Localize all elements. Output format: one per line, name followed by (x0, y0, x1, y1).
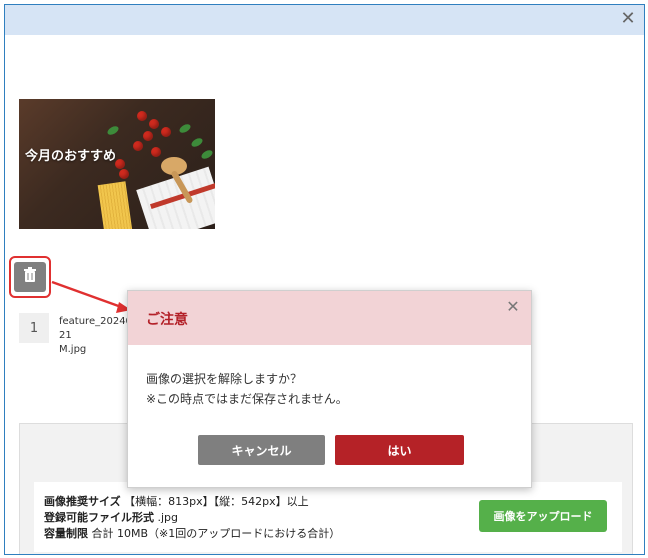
close-icon[interactable]: ✕ (503, 297, 523, 317)
size-limit-row: 容量制限 合計 10MB（※1回のアップロードにおける合計） (44, 526, 340, 542)
file-format-label: 登録可能ファイル形式 (44, 511, 154, 524)
basil-leaf-graphic (178, 122, 192, 135)
trash-icon (23, 267, 37, 287)
file-format-row: 登録可能ファイル形式 .jpg (44, 510, 340, 526)
confirm-button[interactable]: はい (335, 435, 464, 465)
tomato-graphic (161, 127, 171, 137)
tomato-graphic (119, 169, 129, 179)
recommended-size-value: 【横幅：813px】【縦：542px】以上 (124, 495, 309, 508)
recommended-size-label: 画像推奨サイズ (44, 495, 121, 508)
size-limit-label: 容量制限 (44, 527, 88, 540)
delete-image-button[interactable] (14, 262, 46, 292)
modal-message-line-2: ※この時点ではまだ保存されません。 (146, 392, 348, 406)
modal-header: ご注意 ✕ (128, 291, 531, 345)
upload-requirements: 画像推奨サイズ 【横幅：813px】【縦：542px】以上 登録可能ファイル形式… (44, 494, 340, 542)
pasta-graphic (97, 181, 133, 229)
size-limit-value: 合計 10MB（※1回のアップロードにおける合計） (91, 527, 341, 540)
modal-body: 画像の選択を解除しますか？ ※この時点ではまだ保存されません。 (146, 369, 348, 409)
tomato-graphic (143, 131, 153, 141)
modal-title: ご注意 (146, 312, 188, 328)
tomato-graphic (115, 159, 125, 169)
file-name: feature_2024021 M.jpg (59, 315, 133, 357)
file-name-text: feature_2024021 M.jpg (59, 316, 132, 355)
tomato-graphic (149, 119, 159, 129)
cancel-button[interactable]: キャンセル (198, 435, 325, 465)
feature-image-thumbnail: 今月のおすすめ (19, 99, 215, 229)
upload-info-panel: 画像推奨サイズ 【横幅：813px】【縦：542px】以上 登録可能ファイル形式… (34, 482, 622, 552)
file-format-value: .jpg (157, 511, 179, 524)
confirmation-modal: ご注意 ✕ 画像の選択を解除しますか？ ※この時点ではまだ保存されません。 キャ… (127, 290, 532, 488)
basil-leaf-graphic (106, 124, 120, 137)
upload-image-button[interactable]: 画像をアップロード (479, 500, 607, 532)
close-icon[interactable]: ✕ (618, 9, 638, 29)
tomato-graphic (137, 111, 147, 121)
image-index-number: 1 (19, 313, 49, 343)
tomato-graphic (133, 141, 143, 151)
basil-leaf-graphic (190, 136, 204, 149)
recommended-size-row: 画像推奨サイズ 【横幅：813px】【縦：542px】以上 (44, 494, 340, 510)
modal-message-line-1: 画像の選択を解除しますか？ (146, 372, 303, 386)
thumbnail-overlay-title: 今月のおすすめ (25, 149, 117, 164)
dialog-title-bar: ✕ (5, 5, 644, 35)
basil-leaf-graphic (200, 148, 214, 161)
tomato-graphic (151, 147, 161, 157)
